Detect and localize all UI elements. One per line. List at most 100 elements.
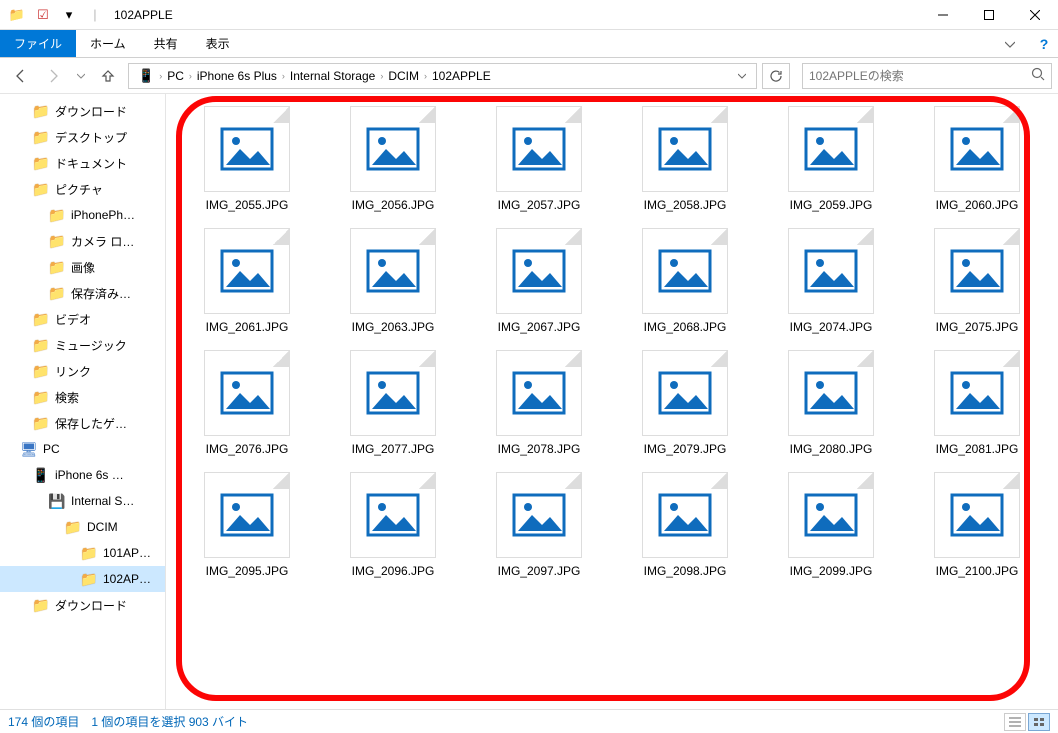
file-item[interactable]: IMG_2100.JPG xyxy=(904,468,1050,582)
content-scroll[interactable]: IMG_2055.JPGIMG_2056.JPG IMG_2057.JPG IMG_… xyxy=(166,94,1058,709)
file-name: IMG_2100.JPG xyxy=(936,564,1019,578)
tab-file[interactable]: ファイル xyxy=(0,30,76,57)
tree-item[interactable]: 📁iPhonePh… xyxy=(0,202,165,228)
file-item[interactable]: IMG_2063.JPG xyxy=(320,224,466,338)
up-button[interactable] xyxy=(94,62,122,90)
breadcrumb[interactable]: iPhone 6s Plus xyxy=(192,69,282,83)
file-item[interactable]: IMG_2095.JPG xyxy=(174,468,320,582)
minimize-button[interactable] xyxy=(920,0,966,30)
tree-item-label: ドキュメント xyxy=(55,155,127,172)
image-file-icon xyxy=(350,472,436,558)
file-item[interactable]: IMG_2057.JPG xyxy=(466,102,612,216)
tree-item[interactable]: 📁ドキュメント xyxy=(0,150,165,176)
refresh-button[interactable] xyxy=(762,63,790,89)
file-item[interactable]: IMG_2099.JPG xyxy=(758,468,904,582)
breadcrumb-bar[interactable]: 📱 › PC › iPhone 6s Plus › Internal Stora… xyxy=(128,63,757,89)
folder-icon: 📁 xyxy=(80,570,98,588)
maximize-button[interactable] xyxy=(966,0,1012,30)
properties-icon[interactable]: ☑ xyxy=(32,4,54,26)
ribbon-tabs: ファイル ホーム 共有 表示 ? xyxy=(0,30,1058,58)
address-history-icon[interactable] xyxy=(732,69,752,83)
file-item[interactable]: IMG_2081.JPG xyxy=(904,346,1050,460)
tree-item[interactable]: 🖥PC xyxy=(0,436,165,462)
file-item[interactable]: IMG_2078.JPG xyxy=(466,346,612,460)
folder-icon: 📁 xyxy=(32,596,50,614)
file-item[interactable]: IMG_2068.JPG xyxy=(612,224,758,338)
tree-item[interactable]: 📁検索 xyxy=(0,384,165,410)
file-name: IMG_2057.JPG xyxy=(498,198,581,212)
tree-item[interactable]: 📁 ダウンロード xyxy=(0,98,165,124)
tree-item[interactable]: 📁101AP… xyxy=(0,540,165,566)
file-item[interactable]: IMG_2074.JPG xyxy=(758,224,904,338)
image-file-icon xyxy=(642,106,728,192)
file-item[interactable]: IMG_2077.JPG xyxy=(320,346,466,460)
tab-share[interactable]: 共有 xyxy=(140,30,192,57)
file-item[interactable]: IMG_2079.JPG xyxy=(612,346,758,460)
image-file-icon xyxy=(934,472,1020,558)
file-item[interactable]: IMG_2056.JPG xyxy=(320,102,466,216)
recent-locations-icon[interactable] xyxy=(74,62,88,90)
search-input[interactable] xyxy=(809,69,1031,83)
file-item[interactable]: IMG_2075.JPG xyxy=(904,224,1050,338)
tree-item-label: ミュージック xyxy=(55,337,127,354)
tree-item[interactable]: 📁DCIM xyxy=(0,514,165,540)
status-selection: 1 個の項目を選択 903 バイト xyxy=(91,713,248,730)
search-box[interactable] xyxy=(802,63,1052,89)
navigation-tree[interactable]: 📁ダウンロード📁デスクトップ📁ドキュメント📁ピクチャ📁iPhonePh…📁カメラ… xyxy=(0,94,166,709)
tree-item[interactable]: 📁 カメラ ロ… xyxy=(0,228,165,254)
file-item[interactable]: IMG_2076.JPG xyxy=(174,346,320,460)
tree-item-label: リンク xyxy=(55,363,91,380)
icons-view-button[interactable] xyxy=(1028,713,1050,731)
file-item[interactable]: IMG_2067.JPG xyxy=(466,224,612,338)
file-item[interactable]: IMG_2097.JPG xyxy=(466,468,612,582)
tab-home[interactable]: ホーム xyxy=(76,30,140,57)
file-item[interactable]: IMG_2080.JPG xyxy=(758,346,904,460)
image-file-icon xyxy=(496,228,582,314)
image-file-icon xyxy=(496,472,582,558)
file-item[interactable]: IMG_2058.JPG xyxy=(612,102,758,216)
image-file-icon xyxy=(788,106,874,192)
breadcrumb[interactable]: Internal Storage xyxy=(285,69,380,83)
file-item[interactable]: IMG_2098.JPG xyxy=(612,468,758,582)
folder-icon: 📁 xyxy=(32,102,50,120)
tree-item[interactable]: 📁ダウンロード xyxy=(0,592,165,618)
folder-icon: 📁 xyxy=(48,232,66,250)
tree-item[interactable]: 📁ビデオ xyxy=(0,306,165,332)
breadcrumb[interactable]: PC xyxy=(162,69,189,83)
tree-item[interactable]: 📱iPhone 6s … xyxy=(0,462,165,488)
tree-item-label: 102AP… xyxy=(103,572,151,586)
tree-item[interactable]: 📁保存済み… xyxy=(0,280,165,306)
ribbon-expand-icon[interactable] xyxy=(990,30,1030,57)
file-item[interactable]: IMG_2055.JPG xyxy=(174,102,320,216)
device-icon[interactable]: 📱 xyxy=(133,68,159,84)
breadcrumb[interactable]: 102APPLE xyxy=(427,69,496,83)
tree-item[interactable]: 📁リンク xyxy=(0,358,165,384)
image-file-icon xyxy=(788,350,874,436)
breadcrumb[interactable]: DCIM xyxy=(383,69,424,83)
file-item[interactable]: IMG_2096.JPG xyxy=(320,468,466,582)
status-bar: 174 個の項目 1 個の項目を選択 903 バイト xyxy=(0,709,1058,733)
tab-view[interactable]: 表示 xyxy=(192,30,244,57)
back-button[interactable] xyxy=(6,62,34,90)
file-name: IMG_2081.JPG xyxy=(936,442,1019,456)
tree-item-label: カメラ ロ… xyxy=(71,233,134,250)
file-item[interactable]: IMG_2061.JPG xyxy=(174,224,320,338)
tree-item[interactable]: 📁ピクチャ xyxy=(0,176,165,202)
tree-item[interactable]: 💾Internal S… xyxy=(0,488,165,514)
search-icon[interactable] xyxy=(1031,67,1045,84)
forward-button[interactable] xyxy=(40,62,68,90)
tree-item[interactable]: 📁 102AP… xyxy=(0,566,165,592)
tree-item[interactable]: 📁デスクトップ xyxy=(0,124,165,150)
help-icon[interactable]: ? xyxy=(1030,30,1058,57)
tree-item-label: ダウンロード xyxy=(55,103,127,120)
details-view-button[interactable] xyxy=(1004,713,1026,731)
file-item[interactable]: IMG_2059.JPG xyxy=(758,102,904,216)
tree-item[interactable]: 📁ミュージック xyxy=(0,332,165,358)
close-button[interactable] xyxy=(1012,0,1058,30)
file-grid: IMG_2055.JPGIMG_2056.JPG IMG_2057.JPG IMG_… xyxy=(166,94,1058,590)
image-file-icon xyxy=(204,106,290,192)
tree-item[interactable]: 📁画像 xyxy=(0,254,165,280)
tree-item[interactable]: 📁保存したゲ… xyxy=(0,410,165,436)
file-item[interactable]: IMG_2060.JPG xyxy=(904,102,1050,216)
qat-more-icon[interactable]: ▾ xyxy=(58,4,80,26)
